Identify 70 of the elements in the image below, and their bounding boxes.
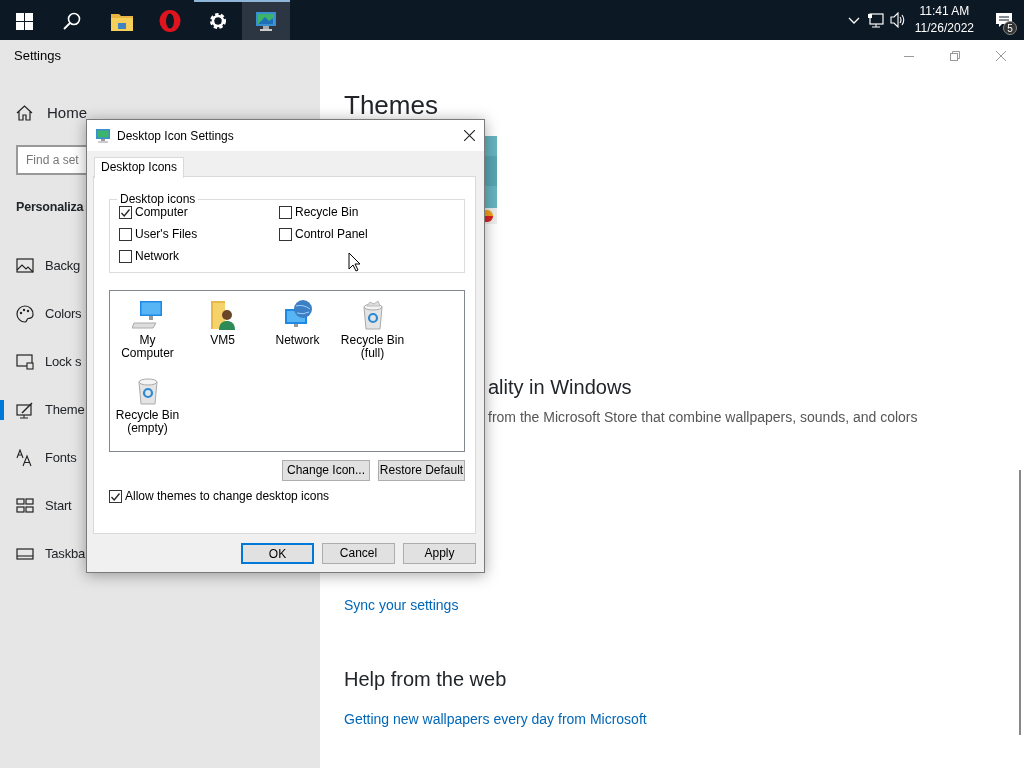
- checkbox-label[interactable]: Allow themes to change desktop icons: [125, 490, 330, 503]
- checkbox[interactable]: [109, 490, 122, 503]
- checkbox[interactable]: [119, 206, 132, 219]
- cursor-icon: [348, 251, 361, 272]
- font-icon[interactable]: [16, 449, 34, 467]
- palette-icon[interactable]: [16, 305, 34, 323]
- dialog-button[interactable]: OK: [241, 543, 314, 564]
- dialog-button[interactable]: Cancel: [322, 543, 395, 564]
- icon-label[interactable]: VM5: [210, 334, 235, 347]
- icon-label[interactable]: Network: [275, 334, 320, 347]
- windows-logo-icon: [15, 12, 33, 30]
- nav-item[interactable]: Colors: [45, 304, 82, 324]
- nav-item[interactable]: Start: [45, 496, 72, 516]
- tab[interactable]: Desktop Icons: [94, 157, 185, 178]
- restore-icon[interactable]: [950, 51, 960, 61]
- dialog-button[interactable]: Change Icon...: [282, 460, 370, 481]
- help-link[interactable]: Getting new wallpapers every day from Microsoft: [344, 711, 647, 727]
- checkbox-label[interactable]: User's Files: [135, 228, 198, 241]
- dialog-button[interactable]: Restore Default: [378, 460, 465, 481]
- section-heading: ality in Windows: [488, 375, 633, 400]
- lock-screen-icon[interactable]: [16, 353, 34, 371]
- network-icon[interactable]: [867, 12, 885, 28]
- nav-item[interactable]: Theme: [45, 400, 85, 420]
- description-text: from the Microsoft Store that combine wallpapers, sounds, and colors: [488, 408, 919, 427]
- checkbox-label[interactable]: Computer: [135, 206, 188, 219]
- tiles-icon[interactable]: [16, 497, 34, 515]
- icon-label[interactable]: My Computer: [112, 334, 183, 360]
- clock-date[interactable]: 11/26/2022: [914, 20, 974, 37]
- monitor-icon: [255, 11, 277, 31]
- dialog-button[interactable]: Apply: [403, 543, 476, 564]
- checkbox-label[interactable]: Recycle Bin: [295, 206, 359, 219]
- help-heading: Help from the web: [344, 667, 508, 692]
- notification-count: 5: [1003, 21, 1017, 35]
- clock-time[interactable]: 11:41 AM: [914, 3, 974, 20]
- section-title: Personaliza: [16, 199, 84, 216]
- icon-label[interactable]: Recycle Bin (full): [337, 334, 408, 360]
- speaker-icon[interactable]: [890, 12, 906, 28]
- monitor-icon: [95, 127, 111, 144]
- taskbar-icon[interactable]: [16, 545, 34, 563]
- checkbox[interactable]: [279, 228, 292, 241]
- nav-item[interactable]: Lock s: [45, 352, 82, 372]
- checkbox-label[interactable]: Control Panel: [295, 228, 368, 241]
- checkbox[interactable]: [119, 228, 132, 241]
- window-title: Settings: [13, 47, 62, 65]
- sync-settings-link[interactable]: Sync your settings: [344, 597, 459, 613]
- pencil-monitor-icon[interactable]: [16, 401, 34, 419]
- checkbox[interactable]: [119, 250, 132, 263]
- gear-icon: [208, 11, 228, 31]
- group-label: Desktop icons: [119, 192, 197, 206]
- home-link[interactable]: Home: [47, 101, 87, 125]
- search-field[interactable]: Find a set: [16, 145, 86, 175]
- browser-logo-icon: [159, 10, 181, 32]
- checkbox-label[interactable]: Network: [135, 250, 179, 263]
- minimize-icon[interactable]: [904, 55, 914, 57]
- nav-item[interactable]: Taskba: [45, 544, 85, 564]
- home-icon[interactable]: [16, 105, 33, 121]
- taskbar-button[interactable]: [242, 0, 290, 40]
- nav-item[interactable]: Fonts: [45, 448, 77, 468]
- nav-item[interactable]: Backg: [45, 256, 81, 276]
- checkbox[interactable]: [279, 206, 292, 219]
- scrollbar[interactable]: [1019, 470, 1021, 735]
- search-icon: [63, 12, 81, 30]
- folder-icon: [111, 11, 133, 31]
- computer-icon[interactable]: [131, 299, 164, 331]
- close-icon[interactable]: [463, 130, 475, 141]
- page-title: Themes: [344, 92, 439, 118]
- dialog-title: Desktop Icon Settings: [117, 127, 234, 145]
- picture-icon[interactable]: [16, 257, 34, 275]
- chevron-icon[interactable]: [847, 16, 860, 24]
- icon-label[interactable]: Recycle Bin (empty): [112, 409, 183, 435]
